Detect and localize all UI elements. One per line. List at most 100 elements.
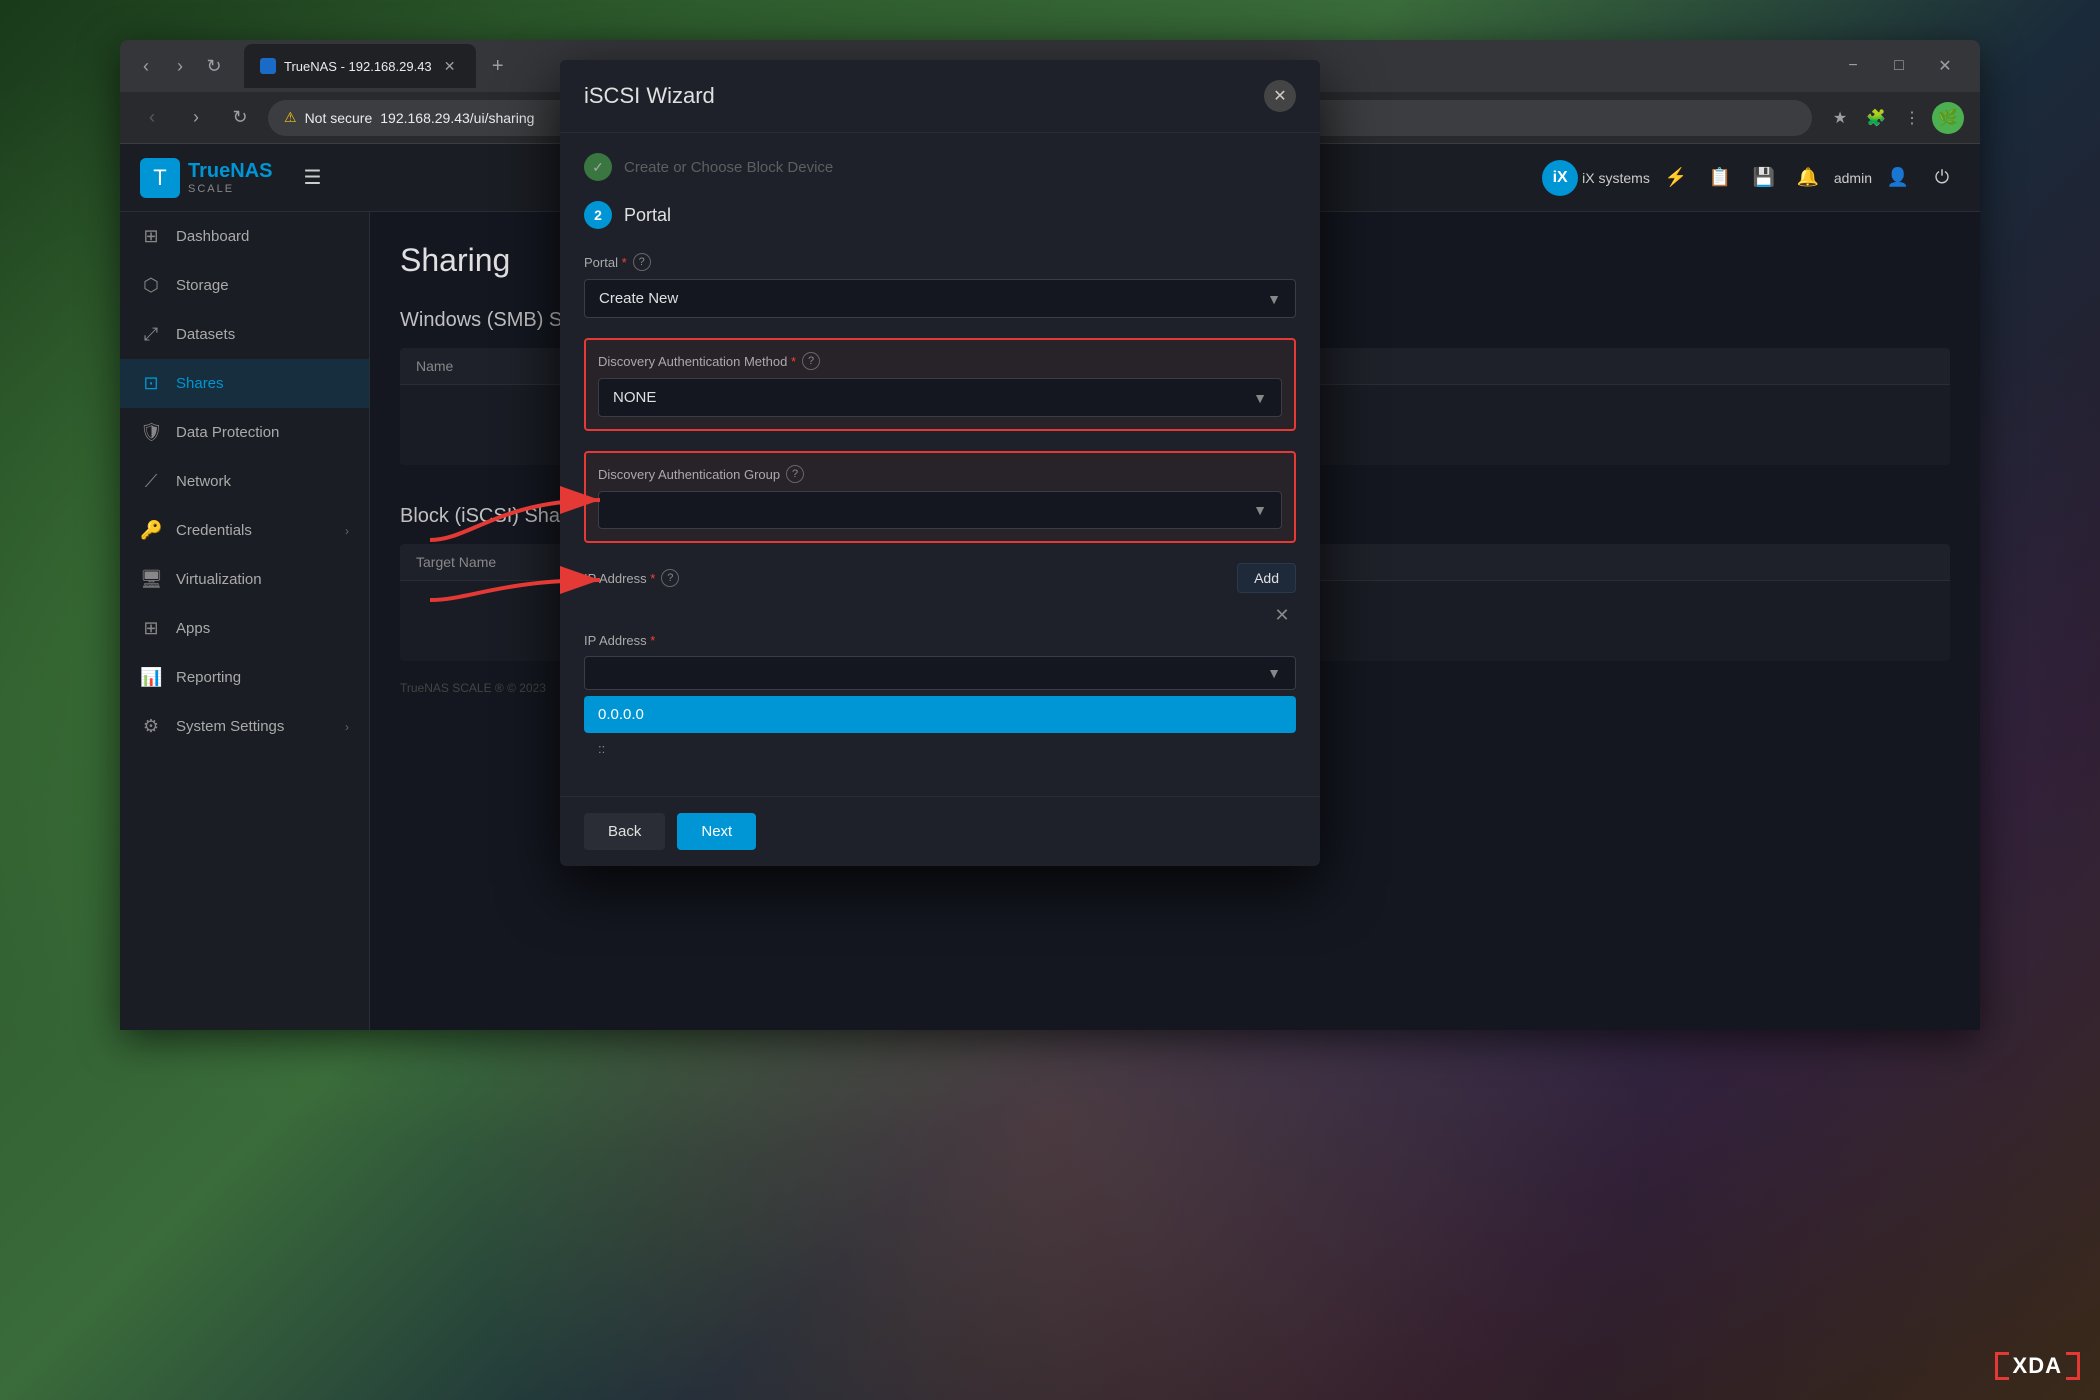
nav-controls: ‹ › ↻ [132, 52, 228, 80]
maximize-btn[interactable]: □ [1876, 50, 1922, 82]
more-btn[interactable]: ⋮ [1896, 102, 1928, 134]
discovery-auth-method-select[interactable]: NONE ▼ [598, 378, 1282, 417]
back-btn[interactable]: Back [584, 813, 665, 850]
credentials-icon: 🔑 [140, 520, 162, 541]
close-btn[interactable]: ✕ [1922, 50, 1968, 82]
admin-avatar-btn[interactable]: 👤 [1880, 160, 1916, 196]
sidebar-item-reporting[interactable]: 📊 Reporting [120, 653, 369, 702]
logo-nas: NAS [230, 160, 272, 182]
ip-header: IP Address ? Add [584, 563, 1296, 593]
logo-text: TrueNAS SCALE [188, 160, 272, 195]
portal-help-icon[interactable]: ? [633, 253, 651, 271]
sidebar-item-network[interactable]: ⟋ Network [120, 457, 369, 506]
connect-icon-btn[interactable]: ⚡ [1658, 160, 1694, 196]
admin-label: admin [1834, 170, 1872, 186]
clipboard-icon-btn[interactable]: 📋 [1702, 160, 1738, 196]
discovery-auth-group-help-icon[interactable]: ? [786, 465, 804, 483]
data-protection-icon: 🛡 [140, 422, 162, 443]
portal-value: Create New [599, 290, 678, 307]
portal-label: Portal ? [584, 253, 1296, 271]
wizard-footer: Back Next [560, 796, 1320, 866]
sidebar-item-system-settings[interactable]: ⚙ System Settings › [120, 702, 369, 751]
ip-entry: ✕ IP Address ▼ 0.0.0.0 :: [584, 601, 1296, 760]
virtualization-icon: 🖥 [140, 569, 162, 590]
discovery-auth-group-group-highlighted: Discovery Authentication Group ? ▼ [584, 451, 1296, 543]
iscsi-wizard-dialog: iSCSI Wizard ✕ ✓ Create or Choose Block … [560, 60, 1320, 866]
bookmark-icon[interactable]: ★ [1824, 102, 1856, 134]
step2-number: 2 [584, 201, 612, 229]
sidebar-label-system-settings: System Settings [176, 718, 284, 735]
power-btn[interactable]: ⏻ [1924, 160, 1960, 196]
xda-text: XDA [2013, 1353, 2062, 1379]
sidebar-label-apps: Apps [176, 620, 210, 637]
logo-icon: T [140, 158, 180, 198]
discovery-auth-method-arrow-icon: ▼ [1253, 390, 1267, 406]
hamburger-btn[interactable]: ☰ [292, 158, 332, 198]
reporting-icon: 📊 [140, 667, 162, 688]
tab-close-btn[interactable]: ✕ [440, 56, 460, 76]
bell-icon-btn[interactable]: 🔔 [1790, 160, 1826, 196]
profile-btn[interactable]: 🌿 [1932, 102, 1964, 134]
system-settings-icon: ⚙ [140, 716, 162, 737]
portal-label-text: Portal [584, 255, 627, 270]
xda-bracket-left [1995, 1352, 2009, 1380]
wizard-title: iSCSI Wizard [584, 83, 1264, 109]
ix-icon: iX [1542, 160, 1578, 196]
wizard-close-btn[interactable]: ✕ [1264, 80, 1296, 112]
extensions-btn[interactable]: 🧩 [1860, 102, 1892, 134]
sidebar-label-data-protection: Data Protection [176, 424, 279, 441]
reload-btn[interactable]: ↻ [224, 102, 256, 134]
ip-label-text: IP Address [584, 571, 655, 586]
discovery-auth-method-help-icon[interactable]: ? [802, 352, 820, 370]
sidebar-label-virtualization: Virtualization [176, 571, 262, 588]
forward-btn[interactable]: › [180, 102, 212, 134]
discovery-auth-group-select[interactable]: ▼ [598, 491, 1282, 529]
ip-help-icon[interactable]: ? [661, 569, 679, 587]
ip-address2-label-text: IP Address [584, 633, 655, 648]
tab-title: TrueNAS - 192.168.29.43 [284, 59, 432, 74]
logo-truenas: TrueNAS [188, 160, 272, 183]
step2-label: Portal [624, 205, 671, 226]
sidebar-item-virtualization[interactable]: 🖥 Virtualization [120, 555, 369, 604]
refresh-btn[interactable]: ↻ [200, 52, 228, 80]
sidebar-item-dashboard[interactable]: ⊞ Dashboard [120, 212, 369, 261]
sidebar-item-apps[interactable]: ⊞ Apps [120, 604, 369, 653]
portal-form-group: Portal ? Create New ▼ [584, 253, 1296, 318]
address-url: 192.168.29.43/ui/sharing [380, 110, 534, 126]
wizard-header: iSCSI Wizard ✕ [560, 60, 1320, 133]
wizard-body: ✓ Create or Choose Block Device 2 Portal… [560, 133, 1320, 796]
forward-nav-btn[interactable]: › [166, 52, 194, 80]
sidebar-label-credentials: Credentials [176, 522, 252, 539]
new-tab-btn[interactable]: + [484, 52, 512, 80]
ip-label: IP Address ? [584, 569, 679, 587]
ip-address-select[interactable]: ▼ [584, 656, 1296, 690]
dashboard-icon: ⊞ [140, 226, 162, 247]
tab-favicon-icon [260, 58, 276, 74]
ip-address-section: IP Address ? Add ✕ IP Address ▼ [584, 563, 1296, 760]
discovery-auth-method-label: Discovery Authentication Method ? [598, 352, 1282, 370]
network-icon: ⟋ [140, 471, 162, 492]
step1-check-icon: ✓ [584, 153, 612, 181]
browser-tab[interactable]: TrueNAS - 192.168.29.43 ✕ [244, 44, 476, 88]
portal-select[interactable]: Create New ▼ [584, 279, 1296, 318]
storage-icon-btn[interactable]: 💾 [1746, 160, 1782, 196]
back-nav-btn[interactable]: ‹ [132, 52, 160, 80]
minimize-btn[interactable]: − [1830, 50, 1876, 82]
header-right: iX iX systems ⚡ 📋 💾 🔔 admin 👤 ⏻ [1542, 160, 1960, 196]
ip-extra-value: :: [584, 737, 1296, 760]
sidebar-label-network: Network [176, 473, 231, 490]
sidebar-item-datasets[interactable]: ⤢ Datasets [120, 310, 369, 359]
next-btn[interactable]: Next [677, 813, 756, 850]
back-btn[interactable]: ‹ [136, 102, 168, 134]
logo-true: True [188, 160, 230, 182]
sidebar-item-shares[interactable]: ⊡ Shares [120, 359, 369, 408]
add-ip-btn[interactable]: Add [1237, 563, 1296, 593]
portal-arrow-icon: ▼ [1267, 291, 1281, 307]
sidebar-item-credentials[interactable]: 🔑 Credentials › [120, 506, 369, 555]
sidebar: ⊞ Dashboard ⬡ Storage ⤢ Datasets ⊡ Share… [120, 212, 370, 1030]
ip-remove: ✕ [584, 601, 1296, 629]
ip-selected-value: 0.0.0.0 [584, 696, 1296, 733]
sidebar-item-data-protection[interactable]: 🛡 Data Protection [120, 408, 369, 457]
remove-ip-btn[interactable]: ✕ [1268, 601, 1296, 629]
sidebar-item-storage[interactable]: ⬡ Storage [120, 261, 369, 310]
